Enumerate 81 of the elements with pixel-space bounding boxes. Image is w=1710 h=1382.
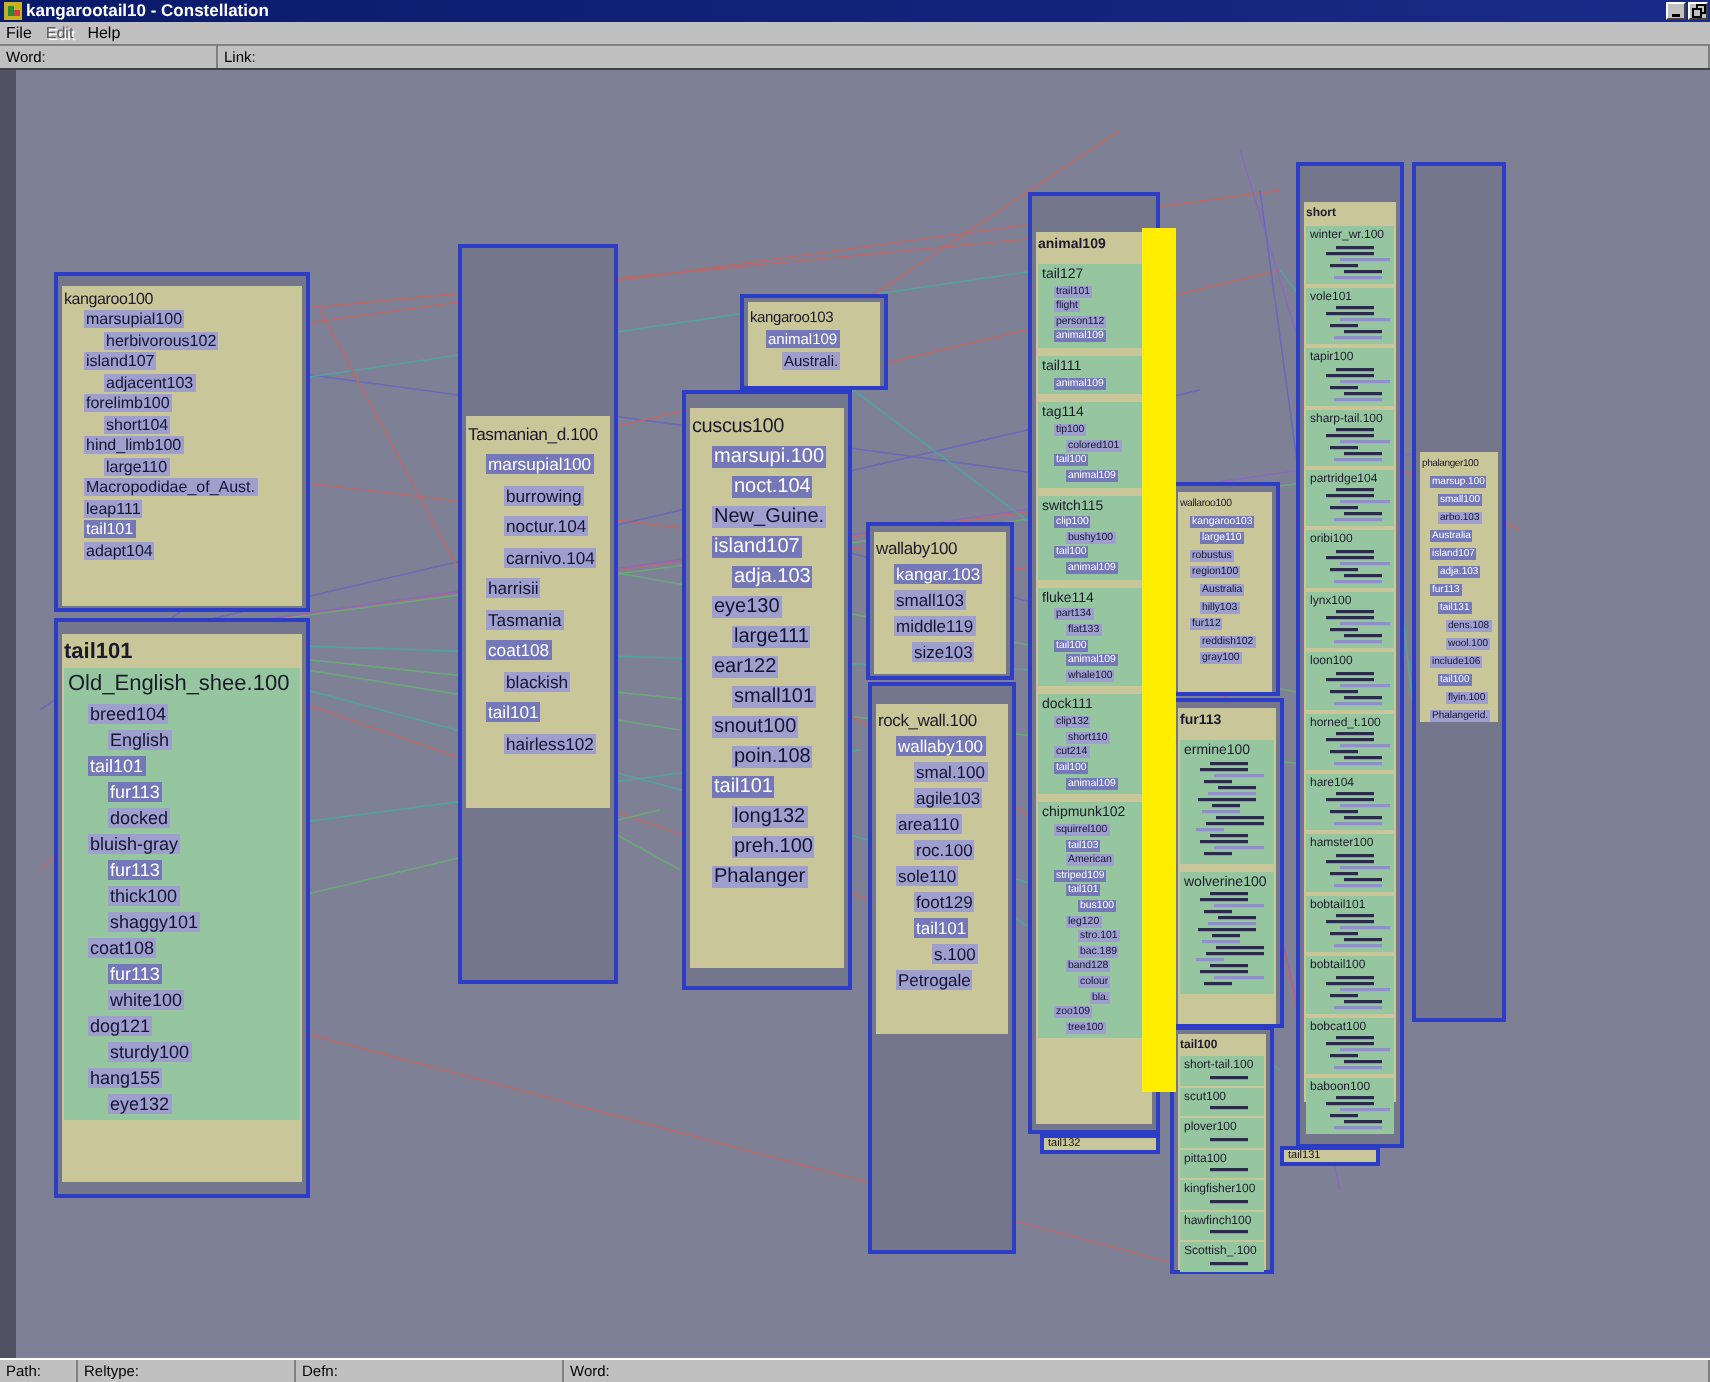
word-node[interactable]: bluish-gray bbox=[88, 833, 181, 854]
word-node[interactable]: marsupi.100 bbox=[712, 445, 827, 468]
word-node[interactable]: adjacent103 bbox=[104, 373, 196, 392]
restore-button[interactable] bbox=[1688, 1, 1708, 20]
word-node[interactable]: wallaby100 bbox=[896, 735, 986, 756]
root-word[interactable]: tail101 bbox=[64, 639, 133, 664]
word-node[interactable]: Macropodidae_of_Aust. bbox=[84, 478, 257, 497]
word-node[interactable]: tail101 bbox=[712, 775, 775, 798]
word-node[interactable]: agile103 bbox=[914, 787, 983, 808]
word-node[interactable]: docked bbox=[108, 807, 171, 828]
window-title: kangarootail10 - Constellation bbox=[26, 0, 271, 21]
word-node[interactable]: hairless102 bbox=[504, 733, 596, 754]
root-word[interactable]: kangaroo100 bbox=[64, 289, 154, 308]
word-node[interactable]: size103 bbox=[912, 641, 975, 662]
word-node[interactable]: smal.100 bbox=[914, 761, 987, 782]
word-node[interactable]: s.100 bbox=[932, 943, 978, 964]
word-node[interactable]: herbivorous102 bbox=[104, 331, 219, 350]
word-node[interactable]: marsupial100 bbox=[84, 310, 185, 329]
word-node[interactable]: ear122 bbox=[712, 655, 779, 678]
word-node[interactable]: fur113 bbox=[108, 859, 162, 880]
word-node[interactable]: coat108 bbox=[486, 640, 552, 661]
word-node[interactable]: large111 bbox=[732, 625, 811, 648]
word-node[interactable]: hang155 bbox=[88, 1067, 163, 1088]
word-node[interactable]: Tasmania bbox=[486, 609, 564, 630]
menu-item[interactable]: Help bbox=[87, 21, 121, 44]
word-node[interactable]: island107 bbox=[84, 352, 157, 371]
word-node[interactable]: Phalanger bbox=[712, 865, 808, 888]
word-node[interactable]: poin.108 bbox=[732, 745, 813, 768]
word-node[interactable]: harrisii bbox=[486, 578, 541, 599]
word-node[interactable]: burrowing bbox=[504, 485, 584, 506]
word-node[interactable]: dog121 bbox=[88, 1015, 153, 1036]
word-node[interactable]: snout100 bbox=[712, 715, 799, 738]
word-node[interactable]: thick100 bbox=[108, 885, 180, 906]
word-node[interactable]: marsupial100 bbox=[486, 454, 594, 475]
word-node[interactable]: hind_limb100 bbox=[84, 436, 184, 455]
word-node[interactable]: blackish bbox=[504, 671, 571, 692]
app-icon bbox=[4, 1, 22, 20]
word-node[interactable]: forelimb100 bbox=[84, 394, 172, 413]
word-node[interactable]: adapt104 bbox=[84, 541, 155, 560]
word-node[interactable]: small103 bbox=[894, 589, 967, 610]
word-node[interactable]: area110 bbox=[896, 813, 962, 834]
word-node[interactable]: adja.103 bbox=[732, 565, 813, 588]
word-node[interactable]: noctur.104 bbox=[504, 516, 589, 537]
word-node[interactable]: English bbox=[108, 729, 172, 750]
word-node[interactable]: tail101 bbox=[914, 917, 969, 938]
minimize-button[interactable] bbox=[1666, 1, 1686, 20]
word-node[interactable]: roc.100 bbox=[914, 839, 975, 860]
word-node[interactable]: shaggy101 bbox=[108, 911, 201, 932]
word-node[interactable]: Petrogale bbox=[896, 969, 973, 990]
root-word[interactable]: wallaby100 bbox=[876, 537, 958, 558]
word-node[interactable]: tail101 bbox=[88, 755, 146, 776]
word-node[interactable]: fur113 bbox=[108, 781, 162, 802]
word-node[interactable]: large110 bbox=[104, 457, 170, 476]
menu-item[interactable]: File bbox=[6, 21, 32, 44]
word-node[interactable]: breed104 bbox=[88, 703, 169, 724]
word-node[interactable]: New_Guine. bbox=[712, 505, 827, 528]
root-word[interactable]: Tasmanian_d.100 bbox=[468, 423, 598, 444]
word-node[interactable]: eye132 bbox=[108, 1093, 172, 1114]
word-node[interactable]: long132 bbox=[732, 805, 808, 828]
word-node[interactable]: middle119 bbox=[894, 615, 976, 636]
restore-icon bbox=[1691, 3, 1705, 18]
word-node[interactable]: fur113 bbox=[108, 963, 162, 984]
word-node[interactable]: tail101 bbox=[84, 520, 136, 539]
word-node[interactable]: noct.104 bbox=[732, 475, 813, 498]
word-node[interactable]: white100 bbox=[108, 989, 185, 1010]
group-word[interactable]: Old_English_shee.100 bbox=[68, 672, 290, 697]
word-node[interactable]: coat108 bbox=[88, 937, 157, 958]
word-node[interactable]: kangar.103 bbox=[894, 563, 983, 584]
word-node[interactable]: short104 bbox=[104, 415, 171, 434]
word-node[interactable]: small101 bbox=[732, 685, 817, 708]
word-node[interactable]: tail101 bbox=[486, 702, 541, 723]
word-node[interactable]: sole110 bbox=[896, 865, 959, 886]
root-word[interactable]: cuscus100 bbox=[692, 415, 785, 438]
word-node[interactable]: leap111 bbox=[84, 499, 143, 518]
word-node[interactable]: eye130 bbox=[712, 595, 782, 618]
word-node[interactable]: sturdy100 bbox=[108, 1041, 192, 1062]
root-word[interactable]: rock_wall.100 bbox=[878, 709, 977, 730]
word-node[interactable]: preh.100 bbox=[732, 835, 815, 858]
word-node[interactable]: carnivo.104 bbox=[504, 547, 597, 568]
word-node[interactable]: island107 bbox=[712, 535, 802, 558]
word-node[interactable]: foot129 bbox=[914, 891, 975, 912]
